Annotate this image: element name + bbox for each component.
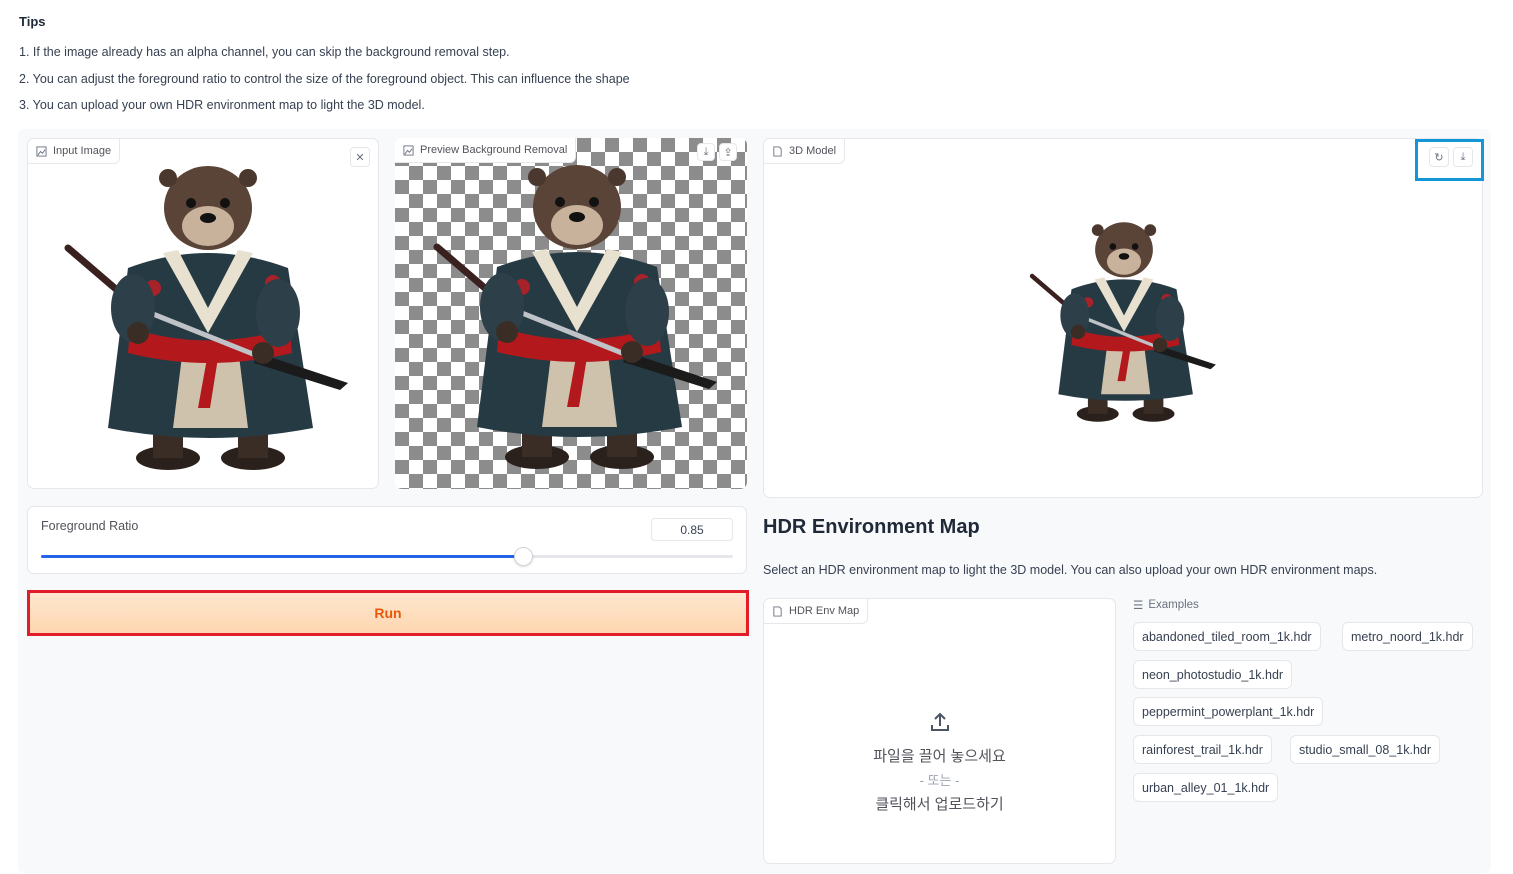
preview-download-button[interactable]: ⤓ — [697, 143, 715, 161]
upload-click-text: 클릭해서 업로드하기 — [875, 796, 1004, 813]
file-icon — [773, 605, 782, 617]
tip-item: 3. You can upload your own HDR environme… — [19, 98, 425, 112]
hdr-description: Select an HDR environment map to light t… — [763, 563, 1378, 577]
input-image-label: Input Image — [28, 139, 121, 164]
upload-drop-text: 파일을 끌어 놓으세요 — [873, 748, 1006, 765]
image-icon — [403, 144, 414, 156]
download-icon: ⤓ — [703, 145, 709, 158]
image-icon — [36, 145, 47, 157]
otter-image — [53, 158, 363, 478]
clear-image-button[interactable]: ✕ — [350, 147, 370, 167]
example-chip[interactable]: metro_noord_1k.hdr — [1342, 622, 1473, 651]
preview-block: Preview Background Removal ⤓ ⇪ — [395, 138, 747, 489]
upload-or-text: - 또는 - — [919, 773, 960, 788]
hdr-section-title: HDR Environment Map — [763, 516, 980, 538]
model3d-label: 3D Model — [764, 139, 846, 164]
run-button[interactable]: Run — [27, 590, 749, 636]
preview-share-button[interactable]: ⇪ — [719, 143, 737, 161]
otter-3d-render — [1024, 217, 1224, 427]
model3d-label-text: 3D Model — [789, 145, 837, 157]
example-chip[interactable]: rainforest_trail_1k.hdr — [1133, 735, 1272, 764]
undo-icon: ↻ — [1434, 151, 1444, 164]
model-reset-button[interactable]: ↻ — [1429, 147, 1449, 167]
upload-icon — [764, 711, 1115, 737]
model3d-block[interactable]: 3D Model ↻ ⤓ — [763, 138, 1483, 498]
example-chip[interactable]: peppermint_powerplant_1k.hdr — [1133, 697, 1324, 726]
examples-label: ☰ Examples — [1133, 598, 1199, 612]
model-download-button[interactable]: ⤓ — [1453, 147, 1473, 167]
example-chip[interactable]: studio_small_08_1k.hdr — [1290, 735, 1441, 764]
list-icon: ☰ — [1133, 600, 1144, 612]
slider-value-input[interactable]: 0.85 — [651, 518, 733, 541]
example-chip[interactable]: urban_alley_01_1k.hdr — [1133, 773, 1279, 802]
close-icon: ✕ — [355, 151, 365, 164]
hdr-upload-label-text: HDR Env Map — [789, 605, 860, 617]
slider-fill — [41, 555, 523, 558]
example-chip[interactable]: neon_photostudio_1k.hdr — [1133, 660, 1293, 689]
foreground-ratio-slider[interactable]: Foreground Ratio 0.85 — [27, 506, 747, 574]
example-chip[interactable]: abandoned_tiled_room_1k.hdr — [1133, 622, 1321, 651]
input-image-label-text: Input Image — [53, 145, 112, 157]
input-image-block[interactable]: Input Image ✕ — [27, 138, 379, 489]
hdr-upload-label: HDR Env Map — [764, 599, 869, 624]
upload-prompt[interactable]: 파일을 끌어 놓으세요 - 또는 - 클릭해서 업로드하기 — [764, 711, 1115, 817]
file-icon — [773, 145, 782, 157]
otter-cutout-image — [422, 157, 732, 477]
hdr-upload-dropzone[interactable]: HDR Env Map 파일을 끌어 놓으세요 - 또는 - 클릭해서 업로드하… — [763, 598, 1116, 864]
preview-label: Preview Background Removal — [395, 138, 577, 163]
slider-track[interactable] — [41, 547, 733, 566]
slider-label: Foreground Ratio — [41, 519, 139, 533]
examples-label-text: Examples — [1148, 599, 1199, 611]
preview-label-text: Preview Background Removal — [420, 144, 568, 156]
tips-heading: Tips — [19, 14, 46, 29]
tips-section: Tips 1. If the image already has an alph… — [19, 14, 1119, 119]
share-icon: ⇪ — [723, 146, 733, 159]
tip-item: 2. You can adjust the foreground ratio t… — [19, 71, 630, 86]
slider-thumb[interactable] — [513, 547, 533, 566]
download-icon: ⤓ — [1460, 150, 1466, 163]
tip-item: 1. If the image already has an alpha cha… — [19, 45, 510, 59]
